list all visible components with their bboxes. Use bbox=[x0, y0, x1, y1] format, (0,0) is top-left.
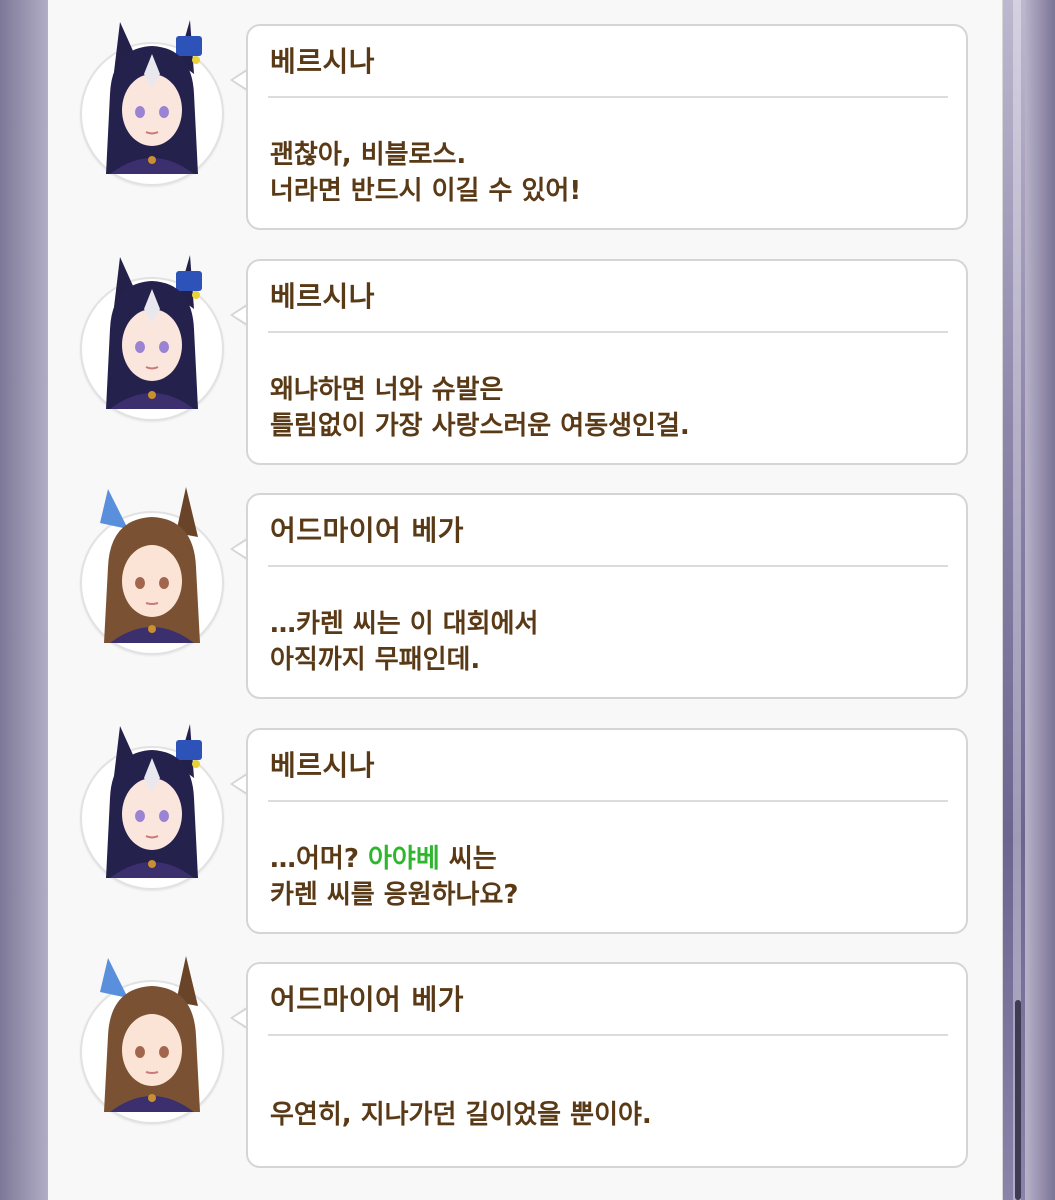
dialogue-text: …어머? bbox=[270, 844, 368, 874]
speaker-name: 베르시나 bbox=[270, 280, 376, 313]
name-divider bbox=[268, 331, 948, 333]
name-divider bbox=[268, 96, 948, 98]
speaker-name: 어드마이어 베가 bbox=[270, 514, 465, 547]
character-avatar bbox=[80, 20, 224, 186]
dialogue-line: …카렌 씨는 이 대회에서 bbox=[270, 609, 539, 639]
dialogue-line: 왜냐하면 너와 슈발은 bbox=[270, 375, 504, 405]
dialogue-text: 씨는 bbox=[439, 844, 497, 874]
speech-bubble: 베르시나 괜찮아, 비블로스. 너라면 반드시 이길 수 있어! bbox=[246, 24, 968, 230]
speaker-name: 어드마이어 베가 bbox=[270, 983, 465, 1016]
dialogue-line: …어머? 아야베 씨는 bbox=[270, 838, 497, 875]
dark-haired-horse-girl-portrait-icon bbox=[106, 724, 202, 878]
log-entry: 어드마이어 베가 우연히, 지나가던 길이었을 뿐이야. bbox=[48, 956, 1002, 1174]
highlighted-name: 아야베 bbox=[367, 844, 440, 874]
name-divider bbox=[268, 1034, 948, 1036]
name-divider bbox=[268, 565, 948, 567]
dialogue-line: 아직까지 무패인데. bbox=[270, 645, 481, 675]
dialogue-line: 우연히, 지나가던 길이었을 뿐이야. bbox=[270, 1100, 652, 1130]
scrollbar-thumb[interactable] bbox=[1015, 1000, 1021, 1200]
speech-bubble: 어드마이어 베가 우연히, 지나가던 길이었을 뿐이야. bbox=[246, 962, 968, 1168]
brown-haired-horse-girl-portrait-icon bbox=[100, 956, 200, 1112]
dialogue-line: 괜찮아, 비블로스. bbox=[270, 140, 467, 170]
speaker-name: 베르시나 bbox=[270, 749, 376, 782]
character-avatar bbox=[80, 255, 224, 421]
log-entry: 베르시나 …어머? 아야베 씨는 카렌 씨를 응원하나요? bbox=[48, 724, 1002, 940]
log-entry: 어드마이어 베가 …카렌 씨는 이 대회에서 아직까지 무패인데. bbox=[48, 487, 1002, 705]
dialogue-log-list[interactable]: 베르시나 괜찮아, 비블로스. 너라면 반드시 이길 수 있어! 베르시나 왜냐… bbox=[48, 0, 1002, 1200]
brown-haired-horse-girl-portrait-icon bbox=[100, 487, 200, 643]
dialogue-line: 카렌 씨를 응원하나요? bbox=[270, 880, 519, 910]
dialogue-line: 틀림없이 가장 사랑스러운 여동생인걸. bbox=[270, 411, 690, 441]
character-avatar bbox=[80, 956, 224, 1124]
background-right bbox=[1025, 0, 1055, 1200]
speaker-name: 베르시나 bbox=[270, 45, 376, 78]
character-avatar bbox=[80, 487, 224, 655]
log-entry: 베르시나 괜찮아, 비블로스. 너라면 반드시 이길 수 있어! bbox=[48, 20, 1002, 236]
speech-bubble: 어드마이어 베가 …카렌 씨는 이 대회에서 아직까지 무패인데. bbox=[246, 493, 968, 699]
dark-haired-horse-girl-portrait-icon bbox=[106, 255, 202, 409]
log-entry: 베르시나 왜냐하면 너와 슈발은 틀림없이 가장 사랑스러운 여동생인걸. bbox=[48, 255, 1002, 471]
background-left bbox=[0, 0, 48, 1200]
speech-bubble: 베르시나 왜냐하면 너와 슈발은 틀림없이 가장 사랑스러운 여동생인걸. bbox=[246, 259, 968, 465]
speech-bubble: 베르시나 …어머? 아야베 씨는 카렌 씨를 응원하나요? bbox=[246, 728, 968, 934]
character-avatar bbox=[80, 724, 224, 890]
name-divider bbox=[268, 800, 948, 802]
dark-haired-horse-girl-portrait-icon bbox=[106, 20, 202, 174]
dialogue-line: 너라면 반드시 이길 수 있어! bbox=[270, 176, 582, 206]
